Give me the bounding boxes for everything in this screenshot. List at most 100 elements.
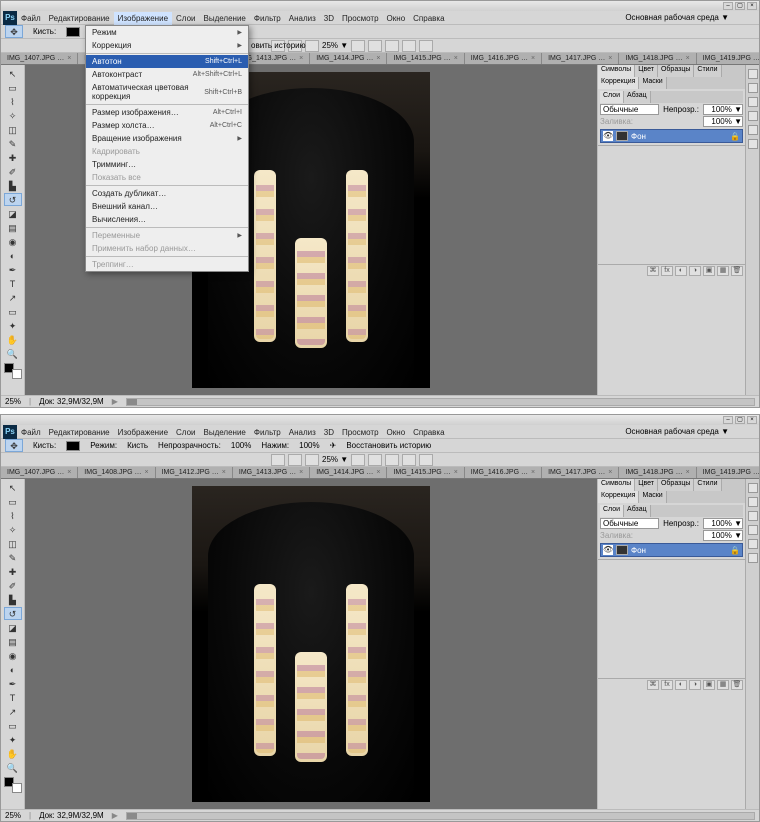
dock-icon[interactable] — [748, 553, 758, 563]
close-icon[interactable]: × — [299, 469, 303, 476]
eraser-tool-icon[interactable]: ◪ — [4, 621, 22, 634]
flow-value[interactable]: 100% — [299, 441, 319, 450]
document-tab[interactable]: IMG_1419.JPG …× — [697, 53, 759, 64]
guides-icon[interactable] — [402, 454, 416, 466]
panel-tab[interactable]: Символы — [598, 479, 635, 491]
menu-слои[interactable]: Слои — [172, 12, 199, 25]
color-picker[interactable] — [4, 777, 22, 793]
new-layer-icon[interactable]: ▦ — [717, 680, 729, 690]
shape-tool-icon[interactable]: ▭ — [4, 719, 22, 732]
close-icon[interactable]: × — [531, 469, 535, 476]
maximize-button[interactable]: ▢ — [735, 2, 745, 10]
menu-item[interactable]: Размер холста…Alt+Ctrl+C — [86, 119, 248, 132]
zoom-select[interactable]: 25% ▼ — [322, 455, 348, 464]
eyedropper-tool-icon[interactable]: ✎ — [4, 551, 22, 564]
menu-редактирование[interactable]: Редактирование — [45, 12, 114, 25]
panel-tab[interactable]: Абзац — [624, 91, 651, 103]
crop-tool-icon[interactable]: ◫ — [4, 123, 22, 136]
wand-tool-icon[interactable]: ✧ — [4, 523, 22, 536]
panel-tab[interactable]: Образцы — [658, 479, 694, 491]
history-brush-tool-icon[interactable]: ↺ — [4, 607, 22, 620]
workspace-switcher[interactable]: Основная рабочая среда ▼ — [625, 427, 759, 436]
layer-row[interactable]: 👁 Фон 🔒 — [600, 543, 743, 557]
extras-icon[interactable] — [385, 454, 399, 466]
blend-mode-select[interactable]: Обычные — [600, 104, 659, 115]
zoom-picker[interactable] — [305, 40, 319, 52]
opacity-value[interactable]: 100% ▼ — [703, 518, 743, 529]
document-tab[interactable]: IMG_1414.JPG …× — [310, 53, 387, 64]
fill-value[interactable]: 100% ▼ — [703, 530, 743, 541]
timeline-scrub[interactable] — [126, 398, 755, 406]
document-tab[interactable]: IMG_1417.JPG …× — [542, 53, 619, 64]
menu-3d[interactable]: 3D — [320, 12, 338, 25]
delete-layer-icon[interactable]: 🗑 — [731, 680, 743, 690]
brush-tool-icon[interactable]: ✐ — [4, 579, 22, 592]
document-tab[interactable]: IMG_1418.JPG …× — [619, 53, 696, 64]
maximize-button[interactable]: ▢ — [735, 416, 745, 424]
airbrush-icon[interactable]: ✈ — [330, 441, 337, 450]
brush-mode[interactable]: Кисть — [127, 441, 148, 450]
dock-icon[interactable] — [748, 511, 758, 521]
dock-icon[interactable] — [748, 497, 758, 507]
document-tab[interactable]: IMG_1419.JPG …× — [697, 467, 759, 478]
close-icon[interactable]: × — [608, 469, 612, 476]
rotate-view-icon[interactable] — [368, 454, 382, 466]
mask-icon[interactable]: ◐ — [675, 266, 687, 276]
workspace-switcher[interactable]: Основная рабочая среда ▼ — [625, 13, 759, 22]
dock-icon[interactable] — [748, 483, 758, 493]
crop-tool-icon[interactable]: ◫ — [4, 537, 22, 550]
marquee-tool-icon[interactable]: ▭ — [4, 495, 22, 508]
visibility-icon[interactable]: 👁 — [603, 545, 613, 555]
document-tab[interactable]: IMG_1408.JPG …× — [78, 467, 155, 478]
delete-layer-icon[interactable]: 🗑 — [731, 266, 743, 276]
menu-item[interactable]: Вращение изображения — [86, 132, 248, 145]
close-icon[interactable]: × — [608, 55, 612, 62]
blur-tool-icon[interactable]: ◉ — [4, 649, 22, 662]
wand-tool-icon[interactable]: ✧ — [4, 109, 22, 122]
brush-tool-icon[interactable]: ✐ — [4, 165, 22, 178]
menu-изображение[interactable]: Изображение — [114, 12, 172, 25]
menu-item[interactable]: Создать дубликат… — [86, 187, 248, 200]
close-icon[interactable]: × — [686, 55, 690, 62]
menu-item[interactable]: Тримминг… — [86, 158, 248, 171]
document-tab[interactable]: IMG_1416.JPG …× — [465, 467, 542, 478]
document-tab[interactable]: IMG_1415.JPG …× — [387, 467, 464, 478]
visibility-icon[interactable]: 👁 — [603, 131, 613, 141]
timeline-scrub[interactable] — [126, 812, 755, 820]
guides-icon[interactable] — [402, 40, 416, 52]
panel-tab[interactable]: Стили — [694, 65, 721, 77]
panel-tab[interactable]: Коррекция — [598, 77, 639, 89]
minimize-button[interactable]: – — [723, 416, 733, 424]
hand-tool-icon[interactable]: ✋ — [4, 747, 22, 760]
document-tab[interactable]: IMG_1407.JPG …× — [1, 467, 78, 478]
panel-tab[interactable]: Слои — [600, 505, 624, 517]
dock-icon[interactable] — [748, 69, 758, 79]
eraser-tool-icon[interactable]: ◪ — [4, 207, 22, 220]
gradient-tool-icon[interactable]: ▤ — [4, 221, 22, 234]
layer-row[interactable]: 👁 Фон 🔒 — [600, 129, 743, 143]
3d-tool-icon[interactable]: ✦ — [4, 733, 22, 746]
menu-анализ[interactable]: Анализ — [285, 12, 320, 25]
panel-tab[interactable]: Слои — [600, 91, 624, 103]
panel-tab[interactable]: Цвет — [635, 479, 658, 491]
document-tab[interactable]: IMG_1407.JPG …× — [1, 53, 78, 64]
panel-tab[interactable]: Цвет — [635, 65, 658, 77]
menu-просмотр[interactable]: Просмотр — [338, 426, 383, 439]
dock-icon[interactable] — [748, 111, 758, 121]
menu-item[interactable]: АвтоконтрастAlt+Shift+Ctrl+L — [86, 68, 248, 81]
close-icon[interactable]: × — [222, 469, 226, 476]
new-layer-icon[interactable]: ▦ — [717, 266, 729, 276]
close-icon[interactable]: × — [686, 469, 690, 476]
menu-item[interactable]: Автоматическая цветовая коррекцияShift+C… — [86, 81, 248, 103]
shape-tool-icon[interactable]: ▭ — [4, 305, 22, 318]
grid-icon[interactable] — [419, 454, 433, 466]
panel-tab[interactable]: Маски — [639, 77, 666, 89]
link-layers-icon[interactable]: ⌘ — [647, 680, 659, 690]
screen-mode-icon[interactable] — [288, 454, 302, 466]
path-tool-icon[interactable]: ↗ — [4, 705, 22, 718]
document-tab[interactable]: IMG_1417.JPG …× — [542, 467, 619, 478]
group-icon[interactable]: ▣ — [703, 680, 715, 690]
link-layers-icon[interactable]: ⌘ — [647, 266, 659, 276]
document-tab[interactable]: IMG_1414.JPG …× — [310, 467, 387, 478]
menu-просмотр[interactable]: Просмотр — [338, 12, 383, 25]
